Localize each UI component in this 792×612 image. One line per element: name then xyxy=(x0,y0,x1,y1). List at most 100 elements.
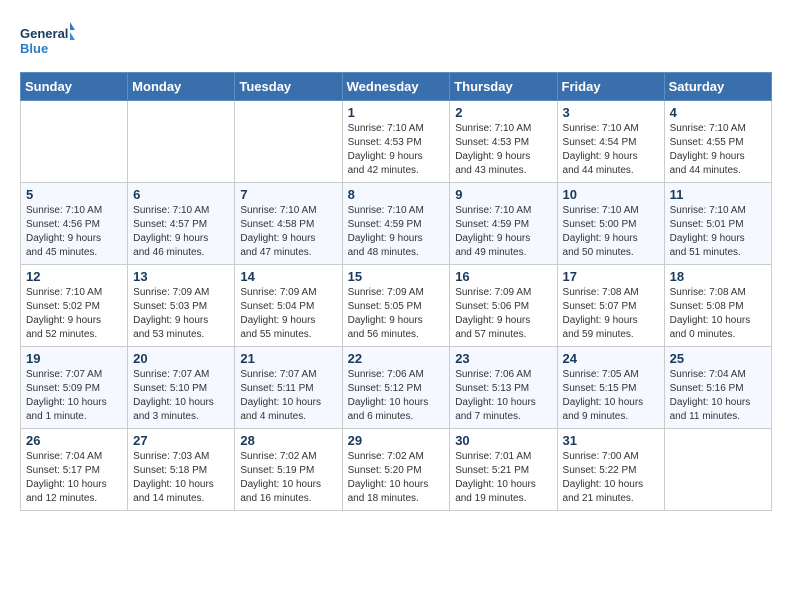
week-row-2: 5 Sunrise: 7:10 AMSunset: 4:56 PMDaylight… xyxy=(21,183,772,265)
header-sunday: Sunday xyxy=(21,73,128,101)
day-info: Sunrise: 7:00 AMSunset: 5:22 PMDaylight:… xyxy=(563,450,659,506)
day-number: 7 xyxy=(240,187,336,202)
day-number: 23 xyxy=(455,351,551,366)
calendar-cell: 11 Sunrise: 7:10 AMSunset: 5:01 PMDayligh… xyxy=(664,183,771,265)
calendar-cell: 1Sunrise: 7:10 AMSunset: 4:53 PMDaylight… xyxy=(342,101,450,183)
day-info: Sunrise: 7:10 AMSunset: 5:01 PMDaylight:… xyxy=(670,204,766,260)
calendar-cell: 17 Sunrise: 7:08 AMSunset: 5:07 PMDayligh… xyxy=(557,265,664,347)
calendar-cell: 26 Sunrise: 7:04 AMSunset: 5:17 PMDayligh… xyxy=(21,429,128,511)
day-info: Sunrise: 7:10 AMSunset: 4:58 PMDaylight:… xyxy=(240,204,336,260)
day-number: 30 xyxy=(455,433,551,448)
day-number: 28 xyxy=(240,433,336,448)
calendar-cell: 23 Sunrise: 7:06 AMSunset: 5:13 PMDayligh… xyxy=(450,347,557,429)
calendar-cell: 18Sunrise: 7:08 AMSunset: 5:08 PMDayligh… xyxy=(664,265,771,347)
day-number: 15 xyxy=(348,269,445,284)
day-info: Sunrise: 7:05 AMSunset: 5:15 PMDaylight:… xyxy=(563,368,659,424)
day-info: Sunrise: 7:04 AMSunset: 5:17 PMDaylight:… xyxy=(26,450,122,506)
day-info: Sunrise: 7:10 AMSunset: 5:02 PMDaylight:… xyxy=(26,286,122,342)
day-info: Sunrise: 7:02 AMSunset: 5:20 PMDaylight:… xyxy=(348,450,445,506)
calendar-cell: 7 Sunrise: 7:10 AMSunset: 4:58 PMDaylight… xyxy=(235,183,342,265)
calendar-cell xyxy=(128,101,235,183)
day-number: 21 xyxy=(240,351,336,366)
day-number: 13 xyxy=(133,269,229,284)
logo-svg: General Blue xyxy=(20,20,75,62)
calendar-cell: 21 Sunrise: 7:07 AMSunset: 5:11 PMDayligh… xyxy=(235,347,342,429)
day-info: Sunrise: 7:07 AMSunset: 5:09 PMDaylight:… xyxy=(26,368,122,424)
day-info: Sunrise: 7:10 AMSunset: 4:57 PMDaylight:… xyxy=(133,204,229,260)
day-number: 2 xyxy=(455,105,551,120)
day-info: Sunrise: 7:06 AMSunset: 5:12 PMDaylight:… xyxy=(348,368,445,424)
day-info: Sunrise: 7:10 AMSunset: 4:56 PMDaylight:… xyxy=(26,204,122,260)
calendar-cell: 3 Sunrise: 7:10 AMSunset: 4:54 PMDaylight… xyxy=(557,101,664,183)
week-row-3: 12 Sunrise: 7:10 AMSunset: 5:02 PMDayligh… xyxy=(21,265,772,347)
calendar-cell: 6 Sunrise: 7:10 AMSunset: 4:57 PMDaylight… xyxy=(128,183,235,265)
calendar-cell: 8Sunrise: 7:10 AMSunset: 4:59 PMDaylight… xyxy=(342,183,450,265)
day-number: 4 xyxy=(670,105,766,120)
day-number: 25 xyxy=(670,351,766,366)
day-info: Sunrise: 7:06 AMSunset: 5:13 PMDaylight:… xyxy=(455,368,551,424)
day-number: 19 xyxy=(26,351,122,366)
day-info: Sunrise: 7:10 AMSunset: 4:59 PMDaylight:… xyxy=(455,204,551,260)
calendar-cell: 24 Sunrise: 7:05 AMSunset: 5:15 PMDayligh… xyxy=(557,347,664,429)
svg-text:General: General xyxy=(20,26,68,41)
day-number: 20 xyxy=(133,351,229,366)
day-info: Sunrise: 7:09 AMSunset: 5:03 PMDaylight:… xyxy=(133,286,229,342)
day-number: 8 xyxy=(348,187,445,202)
day-number: 3 xyxy=(563,105,659,120)
header-tuesday: Tuesday xyxy=(235,73,342,101)
day-info: Sunrise: 7:04 AMSunset: 5:16 PMDaylight:… xyxy=(670,368,766,424)
calendar-cell: 10Sunrise: 7:10 AMSunset: 5:00 PMDayligh… xyxy=(557,183,664,265)
day-number: 11 xyxy=(670,187,766,202)
day-info: Sunrise: 7:09 AMSunset: 5:04 PMDaylight:… xyxy=(240,286,336,342)
header-wednesday: Wednesday xyxy=(342,73,450,101)
day-number: 24 xyxy=(563,351,659,366)
calendar-cell: 4 Sunrise: 7:10 AMSunset: 4:55 PMDaylight… xyxy=(664,101,771,183)
calendar-cell: 9Sunrise: 7:10 AMSunset: 4:59 PMDaylight… xyxy=(450,183,557,265)
week-row-5: 26 Sunrise: 7:04 AMSunset: 5:17 PMDayligh… xyxy=(21,429,772,511)
day-info: Sunrise: 7:10 AMSunset: 5:00 PMDaylight:… xyxy=(563,204,659,260)
week-row-4: 19 Sunrise: 7:07 AMSunset: 5:09 PMDayligh… xyxy=(21,347,772,429)
calendar-cell: 14 Sunrise: 7:09 AMSunset: 5:04 PMDayligh… xyxy=(235,265,342,347)
day-number: 12 xyxy=(26,269,122,284)
calendar-cell: 22 Sunrise: 7:06 AMSunset: 5:12 PMDayligh… xyxy=(342,347,450,429)
header-friday: Friday xyxy=(557,73,664,101)
calendar-cell: 12 Sunrise: 7:10 AMSunset: 5:02 PMDayligh… xyxy=(21,265,128,347)
day-number: 31 xyxy=(563,433,659,448)
day-number: 26 xyxy=(26,433,122,448)
calendar-cell: 5 Sunrise: 7:10 AMSunset: 4:56 PMDaylight… xyxy=(21,183,128,265)
day-number: 22 xyxy=(348,351,445,366)
day-info: Sunrise: 7:01 AMSunset: 5:21 PMDaylight:… xyxy=(455,450,551,506)
day-number: 5 xyxy=(26,187,122,202)
day-info: Sunrise: 7:08 AMSunset: 5:08 PMDaylight:… xyxy=(670,286,766,342)
calendar-cell: 29Sunrise: 7:02 AMSunset: 5:20 PMDayligh… xyxy=(342,429,450,511)
calendar-cell: 19 Sunrise: 7:07 AMSunset: 5:09 PMDayligh… xyxy=(21,347,128,429)
calendar-body: 1Sunrise: 7:10 AMSunset: 4:53 PMDaylight… xyxy=(21,101,772,511)
calendar-cell: 28Sunrise: 7:02 AMSunset: 5:19 PMDayligh… xyxy=(235,429,342,511)
day-info: Sunrise: 7:07 AMSunset: 5:10 PMDaylight:… xyxy=(133,368,229,424)
page-header: General Blue xyxy=(20,20,772,62)
header-monday: Monday xyxy=(128,73,235,101)
day-info: Sunrise: 7:10 AMSunset: 4:54 PMDaylight:… xyxy=(563,122,659,178)
day-info: Sunrise: 7:10 AMSunset: 4:53 PMDaylight:… xyxy=(348,122,445,178)
calendar-cell xyxy=(21,101,128,183)
calendar-cell: 31 Sunrise: 7:00 AMSunset: 5:22 PMDayligh… xyxy=(557,429,664,511)
day-number: 16 xyxy=(455,269,551,284)
day-number: 6 xyxy=(133,187,229,202)
day-info: Sunrise: 7:10 AMSunset: 4:53 PMDaylight:… xyxy=(455,122,551,178)
day-info: Sunrise: 7:07 AMSunset: 5:11 PMDaylight:… xyxy=(240,368,336,424)
day-info: Sunrise: 7:03 AMSunset: 5:18 PMDaylight:… xyxy=(133,450,229,506)
calendar-header-row: SundayMondayTuesdayWednesdayThursdayFrid… xyxy=(21,73,772,101)
day-number: 27 xyxy=(133,433,229,448)
logo: General Blue xyxy=(20,20,75,62)
day-number: 17 xyxy=(563,269,659,284)
day-info: Sunrise: 7:10 AMSunset: 4:55 PMDaylight:… xyxy=(670,122,766,178)
calendar-cell: 20 Sunrise: 7:07 AMSunset: 5:10 PMDayligh… xyxy=(128,347,235,429)
calendar-cell: 15Sunrise: 7:09 AMSunset: 5:05 PMDayligh… xyxy=(342,265,450,347)
svg-text:Blue: Blue xyxy=(20,41,48,56)
day-info: Sunrise: 7:08 AMSunset: 5:07 PMDaylight:… xyxy=(563,286,659,342)
calendar-cell: 27 Sunrise: 7:03 AMSunset: 5:18 PMDayligh… xyxy=(128,429,235,511)
day-number: 14 xyxy=(240,269,336,284)
calendar-cell: 25 Sunrise: 7:04 AMSunset: 5:16 PMDayligh… xyxy=(664,347,771,429)
header-thursday: Thursday xyxy=(450,73,557,101)
calendar-cell: 30 Sunrise: 7:01 AMSunset: 5:21 PMDayligh… xyxy=(450,429,557,511)
